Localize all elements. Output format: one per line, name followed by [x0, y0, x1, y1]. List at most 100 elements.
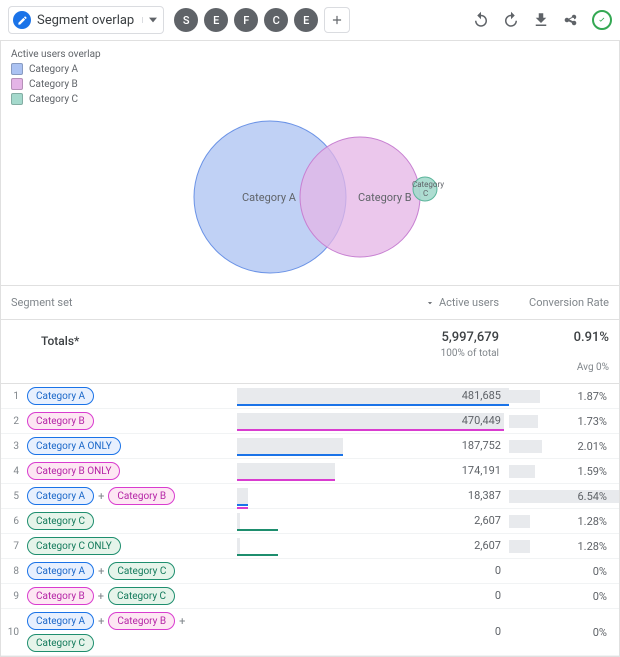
active-users-value: 470,449 — [462, 414, 501, 427]
legend-item: Category C — [11, 93, 609, 105]
totals-active: 5,997,679 — [247, 330, 499, 345]
bar-main — [237, 463, 335, 479]
segment-cell: Category A + Category C — [27, 559, 237, 583]
table-body: 1Category A481,6851.87%2Category B470,44… — [1, 384, 619, 656]
conversion-cell: 1.73% — [509, 415, 619, 428]
bar-color — [237, 554, 278, 556]
download-icon[interactable] — [532, 11, 550, 29]
title-dropdown-icon[interactable] — [142, 17, 157, 23]
legend-label: Category C — [29, 94, 78, 105]
segment-cell: Category A + Category B — [27, 484, 237, 508]
table-row: 9Category B+Category C00% — [1, 584, 619, 609]
bar-cell: 174,191 — [237, 460, 509, 482]
segment-cell: Category B — [27, 409, 237, 433]
bar-main — [237, 438, 343, 454]
segment-chip[interactable]: Category A — [27, 612, 94, 630]
segment-cell: Category C — [27, 509, 237, 533]
row-index: 6 — [1, 516, 27, 527]
segment-chip[interactable]: Category C — [27, 512, 94, 530]
table-row: 7Category C ONLY2,6071.28% — [1, 534, 619, 559]
segment-chip[interactable]: Category A — [27, 487, 94, 505]
conversion-value: 1.28% — [577, 540, 607, 553]
share-icon[interactable] — [562, 11, 580, 29]
conversion-cell: 0% — [509, 590, 619, 603]
conversion-bar — [509, 540, 530, 553]
plus-separator: + — [98, 565, 104, 578]
conversion-value: 0% — [593, 565, 607, 578]
conversion-bar — [509, 415, 538, 428]
legend-swatch — [11, 78, 23, 90]
plus-separator: + — [98, 490, 104, 503]
segment-chip[interactable]: Category B — [108, 612, 175, 630]
status-shield-icon[interactable] — [592, 10, 612, 30]
report-card: Active users overlap Category ACategory … — [0, 41, 620, 657]
row-index: 2 — [1, 416, 27, 427]
venn-chart: Category A Category B CategoryC — [1, 105, 619, 285]
topbar: Segment overlap SEFCE — [0, 0, 620, 41]
segment-chip[interactable]: Category B ONLY — [27, 462, 120, 480]
table-row: 2Category B 470,449 1.73% — [1, 409, 619, 434]
bar-color — [237, 404, 509, 406]
sort-down-icon — [425, 298, 435, 308]
segment-chip[interactable]: Category B — [27, 587, 94, 605]
undo-icon[interactable] — [472, 11, 490, 29]
segment-chip[interactable]: Category C — [27, 634, 94, 652]
table-row: 4Category B ONLY174,1911.59% — [1, 459, 619, 484]
row-index: 5 — [1, 491, 27, 502]
active-users-value: 2,607 — [474, 539, 501, 552]
totals-active-sub: 100% of total — [441, 348, 499, 359]
table-row: 5Category A + Category B 18,387 6.54% — [1, 484, 619, 509]
conversion-cell: 0% — [509, 565, 619, 578]
segment-chip[interactable]: Category B — [108, 487, 175, 505]
bar-main — [237, 513, 240, 529]
report-title-chip[interactable]: Segment overlap — [8, 6, 164, 34]
bar-cell: 0 — [237, 621, 509, 643]
segment-chip[interactable]: Category A ONLY — [27, 437, 121, 455]
tab-letter[interactable]: C — [264, 8, 288, 32]
venn-label-a: Category A — [242, 191, 297, 204]
conversion-cell: 2.01% — [509, 440, 619, 453]
conversion-cell: 1.28% — [509, 515, 619, 528]
segment-cell: Category C ONLY — [27, 534, 237, 558]
legend-swatch — [11, 93, 23, 105]
col-segment[interactable]: Segment set — [1, 286, 237, 319]
bar-color — [237, 529, 278, 531]
segment-chip[interactable]: Category C — [108, 587, 175, 605]
bar-cell: 18,387 — [237, 485, 509, 507]
bar-cell: 470,449 — [237, 410, 509, 432]
bar-color — [237, 504, 248, 506]
conversion-cell: 1.28% — [509, 540, 619, 553]
active-users-value: 0 — [495, 564, 501, 577]
tab-letter[interactable]: F — [234, 8, 258, 32]
legend-label: Category A — [29, 64, 78, 75]
segment-chip[interactable]: Category B — [27, 412, 94, 430]
active-users-value: 0 — [495, 589, 501, 602]
conversion-value: 6.54% — [577, 490, 607, 503]
tab-letter[interactable]: E — [294, 8, 318, 32]
add-tab-button[interactable] — [324, 7, 350, 33]
conversion-cell: 6.54% — [509, 490, 619, 503]
conversion-bar — [509, 390, 540, 403]
bar-cell: 187,752 — [237, 435, 509, 457]
bar-main — [237, 488, 248, 504]
row-index: 10 — [1, 627, 27, 638]
tab-letters: SEFCE — [174, 8, 318, 32]
redo-icon[interactable] — [502, 11, 520, 29]
row-index: 9 — [1, 591, 27, 602]
conversion-bar — [509, 440, 542, 453]
segment-chip[interactable]: Category A — [27, 387, 94, 405]
legend-label: Category B — [29, 79, 78, 90]
tab-letter[interactable]: E — [204, 8, 228, 32]
col-active-users[interactable]: Active users — [237, 286, 509, 319]
active-users-value: 0 — [495, 625, 501, 638]
conversion-value: 1.59% — [577, 465, 607, 478]
col-conversion[interactable]: Conversion Rate — [509, 286, 619, 319]
totals-row: Totals* 5,997,679 100% of total 0.91% Av… — [1, 320, 619, 384]
tab-letter[interactable]: S — [174, 8, 198, 32]
segment-chip[interactable]: Category C — [108, 562, 175, 580]
segment-chip[interactable]: Category A — [27, 562, 94, 580]
conversion-cell: 1.87% — [509, 390, 619, 403]
table-header: Segment set Active users Conversion Rate — [1, 285, 619, 320]
active-users-value: 174,191 — [462, 464, 501, 477]
segment-chip[interactable]: Category C ONLY — [27, 537, 121, 555]
